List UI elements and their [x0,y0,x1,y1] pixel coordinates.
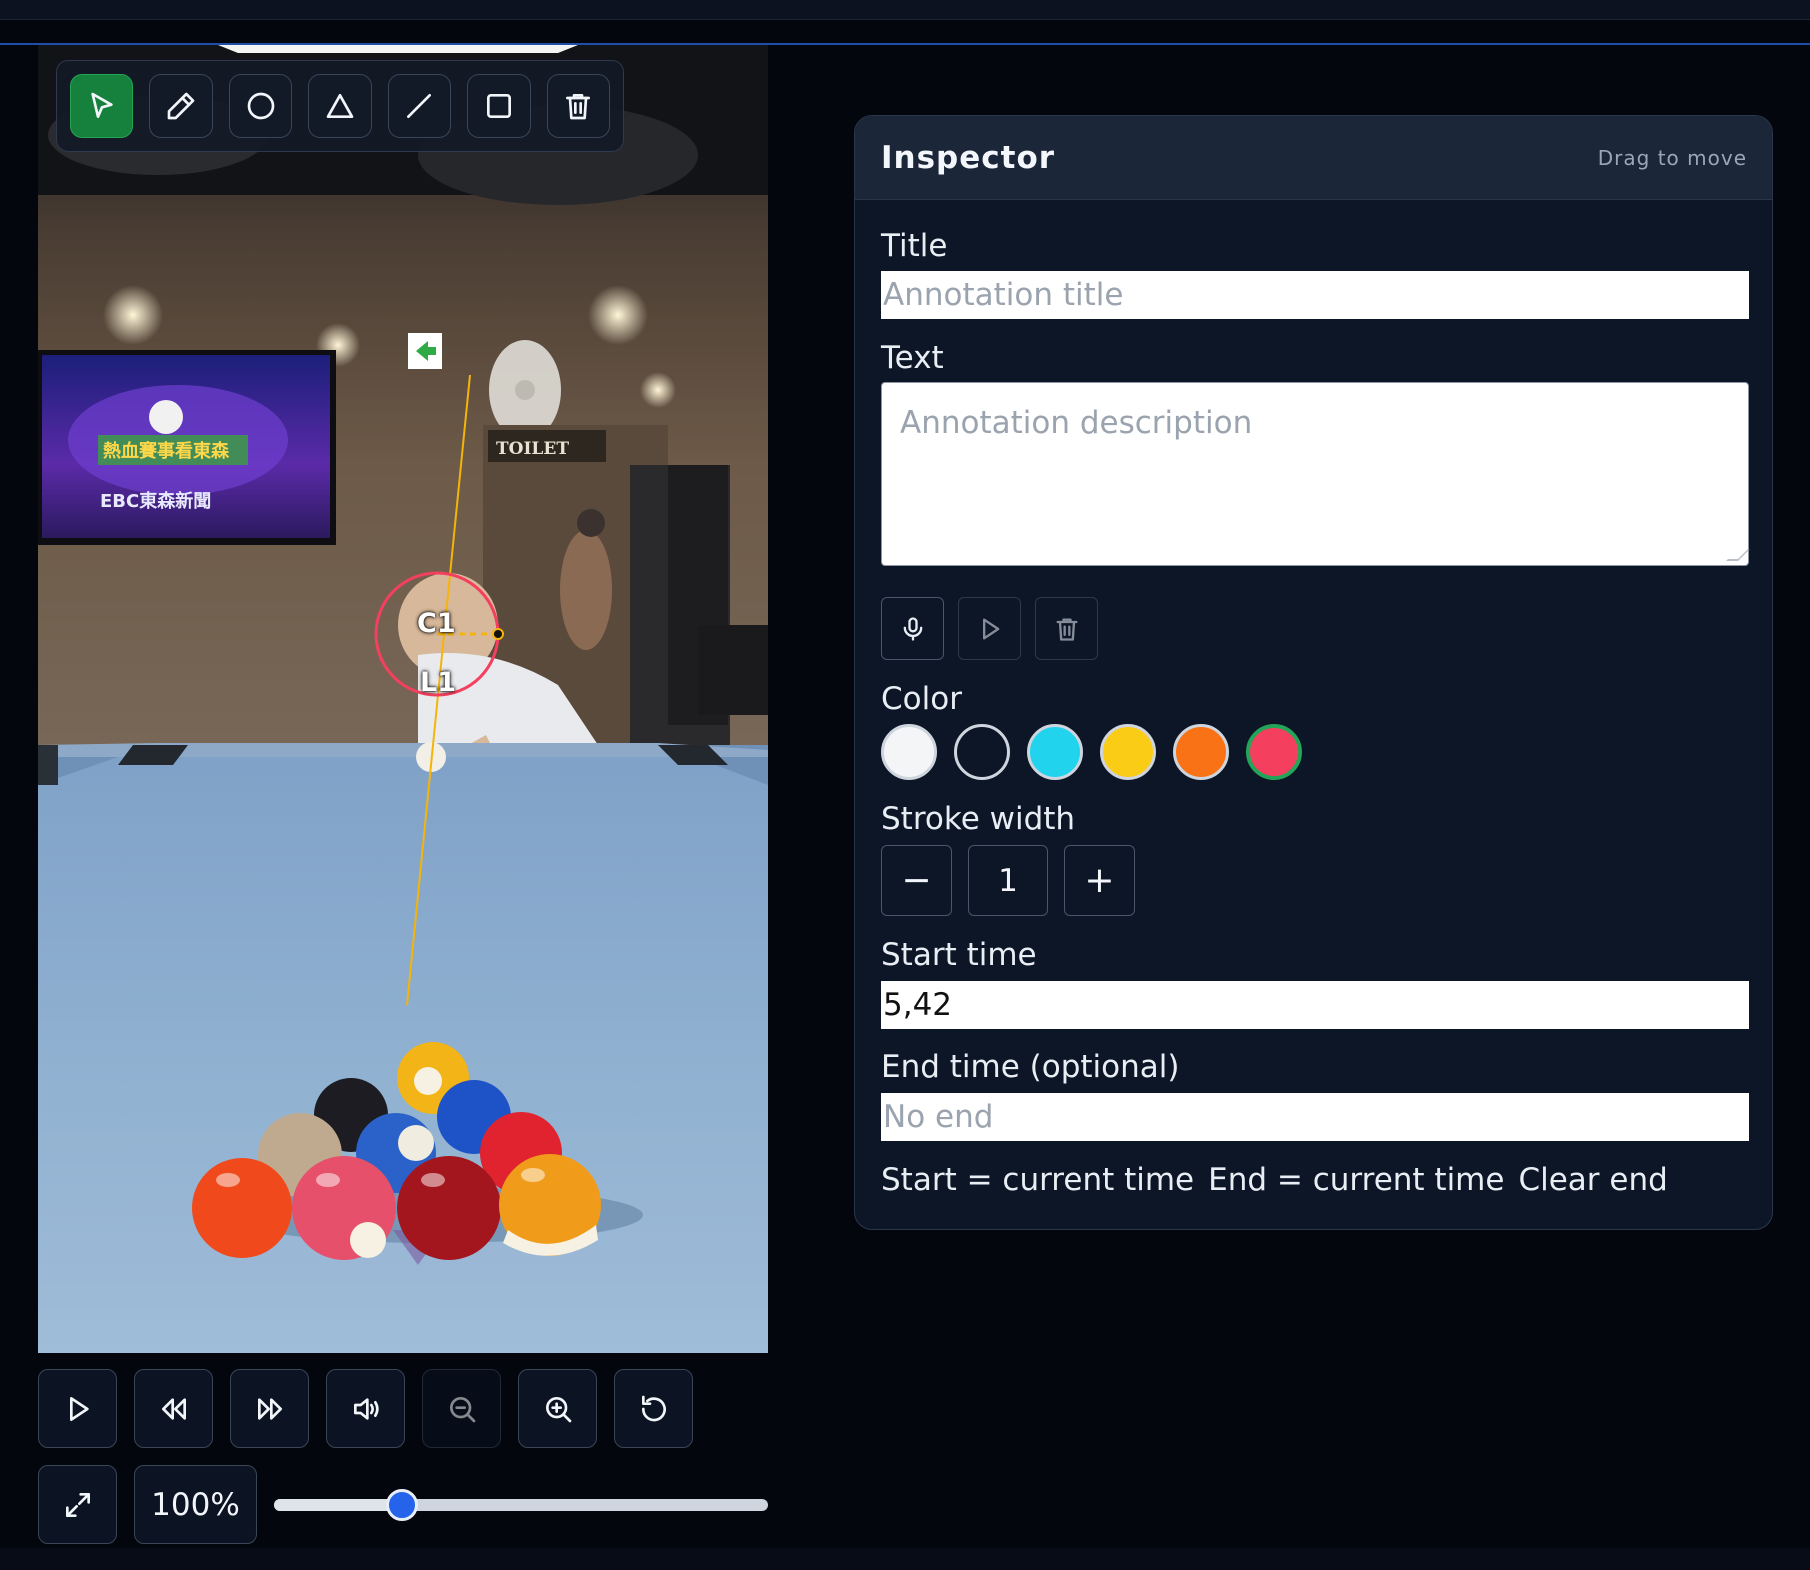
stroke-width-stepper: − 1 + [881,845,1135,916]
text-label: Text [881,340,944,376]
zoom-level: 100% [134,1465,257,1544]
zoom-slider[interactable] [274,1489,768,1521]
pencil-icon [167,92,195,120]
end-time-input[interactable]: No end [881,1093,1749,1141]
clear-end-link[interactable]: Clear end [1518,1162,1667,1198]
stroke-decrease-button[interactable]: − [881,845,952,916]
set-start-current-link[interactable]: Start = current time [881,1162,1194,1198]
zoom-in-button[interactable] [518,1369,597,1448]
tv-upper-text: 熱血賽事看東森 [103,440,230,462]
audio-controls [881,597,1098,660]
start-time-label: Start time [881,937,1037,973]
color-swatch-white[interactable] [881,724,937,780]
drawing-toolbar [56,60,624,152]
video-frame: 熱血賽事看東森 EBC東森新聞 TOILET [38,45,768,1353]
cursor-arrow-icon [91,92,113,118]
tv-lower-text: EBC東森新聞 [100,490,211,512]
circle-icon [247,92,274,120]
triangle-icon [326,94,354,118]
circle-tool-button[interactable] [228,74,293,138]
color-swatch-orange[interactable] [1173,724,1229,780]
zoom-slider-fill [274,1499,403,1511]
zoom-in-icon [545,1396,571,1422]
text-textarea[interactable]: Annotation description [881,382,1750,566]
reset-icon [641,1395,666,1421]
color-swatch-cyan[interactable] [1027,724,1083,780]
color-swatch-red[interactable] [1246,724,1302,780]
line-icon [407,94,432,118]
trash-icon [1056,618,1077,641]
expand-icon [65,1492,90,1517]
play-icon [982,618,999,639]
bottom-bar [0,1548,1810,1570]
fast-forward-button[interactable] [230,1369,309,1448]
line-tool-button[interactable] [387,74,452,138]
line-label: L1 [420,667,456,698]
select-tool-button[interactable] [70,74,134,138]
rectangle-tool-button[interactable] [467,74,531,138]
video-canvas[interactable]: 熱血賽事看東森 EBC東森新聞 TOILET C1 L1 [38,45,768,1353]
microphone-icon [903,616,922,641]
start-time-input[interactable]: 5,42 [881,981,1749,1029]
trash-icon [566,94,591,120]
volume-icon [353,1397,379,1420]
circle-resize-handle[interactable] [492,628,504,640]
resize-grip[interactable] [1726,549,1750,561]
triangle-tool-button[interactable] [308,74,372,138]
end-time-label: End time (optional) [881,1049,1180,1085]
inspector-header[interactable]: Inspector Drag to move [855,116,1772,200]
record-audio-button[interactable] [881,597,944,660]
rewind-button[interactable] [134,1369,213,1448]
inspector-title: Inspector [881,139,1056,176]
stroke-width-label: Stroke width [881,801,1076,837]
rewind-icon [161,1397,186,1420]
stroke-width-value[interactable]: 1 [968,845,1048,916]
title-input[interactable]: Annotation title [881,271,1749,319]
player-controls [38,1369,693,1448]
stroke-increase-button[interactable]: + [1064,845,1135,916]
volume-button[interactable] [326,1369,405,1448]
rectangle-icon [486,94,511,118]
inspector-panel: Inspector Drag to move Title Annotation … [854,115,1773,1230]
play-audio-button[interactable] [958,597,1021,660]
delete-tool-button[interactable] [546,74,610,138]
title-label: Title [881,228,948,264]
time-shortcuts: Start = current time End = current time … [881,1162,1668,1198]
top-bar [0,0,1810,20]
color-swatch-dark[interactable] [954,724,1010,780]
zoom-out-icon [449,1396,475,1422]
drag-hint: Drag to move [1597,145,1747,170]
color-swatch-yellow[interactable] [1100,724,1156,780]
zoom-row: 100% [38,1465,257,1544]
toilet-sign-text: TOILET [496,439,569,459]
color-label: Color [881,681,962,717]
fast-forward-icon [257,1397,282,1420]
reset-button[interactable] [614,1369,693,1448]
zoom-out-button[interactable] [422,1369,501,1448]
set-end-current-link[interactable]: End = current time [1208,1162,1504,1198]
fullscreen-button[interactable] [38,1465,117,1544]
color-swatches [881,724,1302,780]
circle-label: C1 [417,608,456,639]
play-icon [69,1396,89,1421]
play-button[interactable] [38,1369,117,1448]
zoom-slider-thumb[interactable] [386,1489,419,1521]
pencil-tool-button[interactable] [149,74,213,138]
delete-audio-button[interactable] [1035,597,1098,660]
text-placeholder: Annotation description [900,405,1253,441]
